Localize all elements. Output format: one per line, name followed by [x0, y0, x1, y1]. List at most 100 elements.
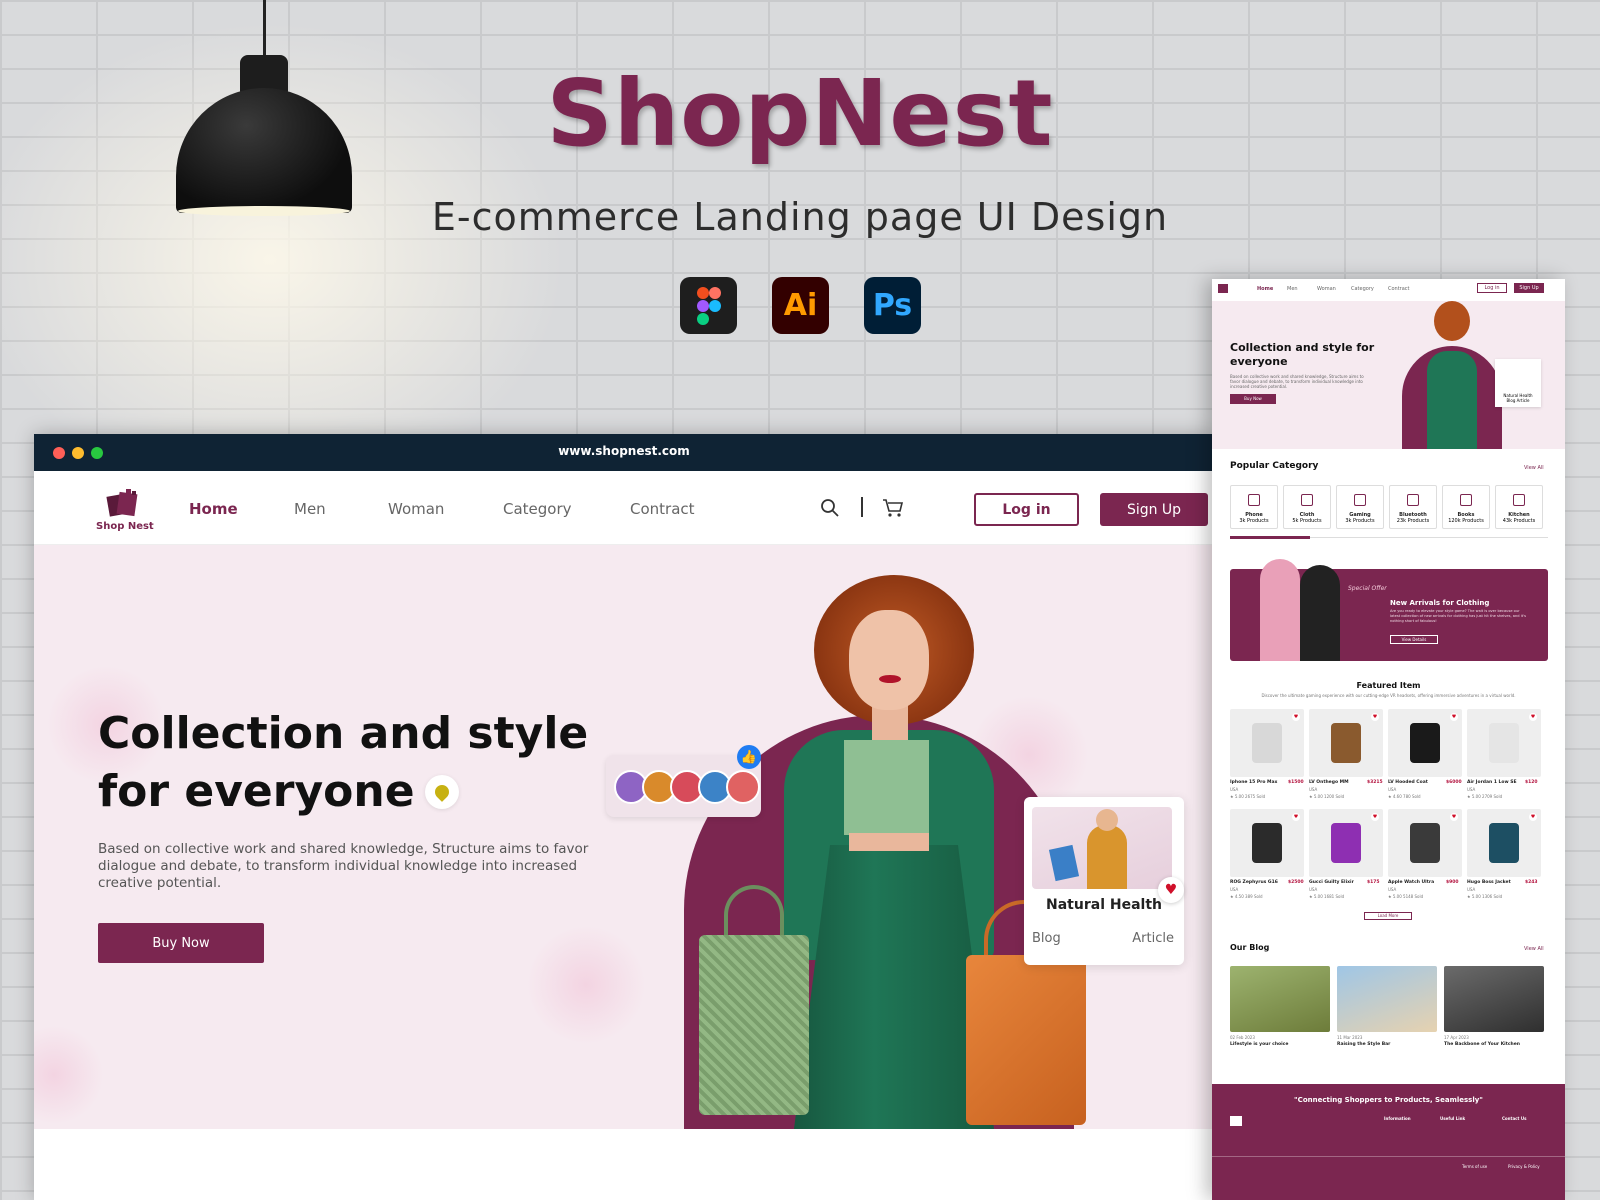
footer-terms[interactable]: Terms of use: [1462, 1164, 1487, 1169]
nav-contract[interactable]: Contract: [630, 500, 695, 518]
product-name[interactable]: LV Onthego MM: [1309, 780, 1349, 785]
wishlist-heart-icon[interactable]: ♥: [1371, 813, 1379, 821]
blog-image[interactable]: [1444, 966, 1544, 1032]
product-card[interactable]: ♥: [1309, 809, 1383, 877]
lamp-cord: [263, 0, 266, 58]
preview-nav-category[interactable]: Category: [1351, 286, 1374, 292]
product-name[interactable]: Gucci Guilty Elixir: [1309, 880, 1354, 885]
login-button[interactable]: Log in: [974, 493, 1079, 526]
category-books[interactable]: Books 120k Products: [1442, 485, 1490, 529]
footer-privacy[interactable]: Privacy & Policy: [1508, 1164, 1540, 1169]
product-country: USA: [1309, 887, 1318, 892]
browser-window: www.shopnest.com Shop Nest Home Men Woma…: [34, 434, 1214, 1200]
subtitle: E-commerce Landing page UI Design: [431, 195, 1169, 239]
blog-title[interactable]: Raising the Style Bar: [1337, 1042, 1390, 1047]
product-price: $1500: [1288, 780, 1304, 785]
preview-health-card[interactable]: Natural Health Blog Article: [1495, 359, 1541, 407]
blog-image[interactable]: [1230, 966, 1330, 1032]
blog-title[interactable]: The Backbone of Your Kitchen: [1444, 1042, 1520, 1047]
footer-col-info: Information: [1384, 1116, 1411, 1121]
nav-home[interactable]: Home: [189, 500, 238, 518]
blog-date: 17 Apr 2023: [1444, 1035, 1469, 1040]
favorite-heart-icon[interactable]: ♥: [1158, 877, 1184, 903]
photoshop-icon: Ps: [864, 277, 921, 334]
green-bag: [699, 935, 809, 1115]
wishlist-heart-icon[interactable]: ♥: [1450, 813, 1458, 821]
product-card[interactable]: ♥: [1309, 709, 1383, 777]
full-page-preview: Home Men Woman Category Contract Log in …: [1212, 279, 1565, 1200]
wishlist-heart-icon[interactable]: ♥: [1450, 713, 1458, 721]
product-image: [1410, 823, 1440, 863]
product-name[interactable]: LV Hooded Coat: [1388, 780, 1428, 785]
product-name[interactable]: Iphone 15 Pro Max: [1230, 780, 1277, 785]
product-country: USA: [1467, 787, 1476, 792]
decor-circle: [526, 925, 646, 1045]
wishlist-heart-icon[interactable]: ♥: [1371, 713, 1379, 721]
product-name[interactable]: Air Jordan 1 Low SE: [1467, 780, 1517, 785]
category-bluetooth[interactable]: Bluetooth 23k Products: [1389, 485, 1437, 529]
category-view-all[interactable]: View All: [1524, 465, 1544, 471]
preview-card-blog[interactable]: Blog: [1507, 398, 1516, 403]
category-gaming[interactable]: Gaming 3k Products: [1336, 485, 1384, 529]
wishlist-heart-icon[interactable]: ♥: [1292, 813, 1300, 821]
preview-nav-men[interactable]: Men: [1287, 286, 1298, 292]
product-card[interactable]: ♥: [1230, 809, 1304, 877]
address-bar[interactable]: www.shopnest.com: [34, 444, 1214, 458]
blog-title[interactable]: Lifestyle is your choice: [1230, 1042, 1288, 1047]
preview-hero-desc: Based on collective work and shared know…: [1230, 374, 1364, 389]
preview-nav-woman[interactable]: Woman: [1317, 286, 1336, 292]
offer-tag: Special Offer: [1348, 585, 1387, 592]
product-card[interactable]: ♥: [1230, 709, 1304, 777]
nav-woman[interactable]: Woman: [388, 500, 444, 518]
load-more-button[interactable]: Load More: [1364, 912, 1412, 920]
card-article-link[interactable]: Article: [1132, 931, 1174, 946]
shopnest-logo-icon[interactable]: [106, 489, 140, 517]
blog-view-all[interactable]: View All: [1524, 946, 1544, 952]
nav-men[interactable]: Men: [294, 500, 326, 518]
category-kitchen[interactable]: Kitchen 43k Products: [1495, 485, 1543, 529]
browser-titlebar: www.shopnest.com: [34, 434, 1214, 471]
thumbs-up-icon: 👍: [737, 745, 761, 769]
preview-buy-button[interactable]: Buy Now: [1230, 394, 1276, 404]
footer-col-contact: Contact Us: [1502, 1116, 1527, 1121]
preview-card-article[interactable]: Article: [1517, 398, 1530, 403]
product-name[interactable]: Apple Watch Ultra: [1388, 880, 1434, 885]
preview-footer: "Connecting Shoppers to Products, Seamle…: [1212, 1084, 1565, 1200]
buy-now-button[interactable]: Buy Now: [98, 923, 264, 963]
product-card[interactable]: ♥: [1388, 809, 1462, 877]
product-country: USA: [1309, 787, 1318, 792]
category-phone[interactable]: Phone 3k Products: [1230, 485, 1278, 529]
blog-image[interactable]: [1337, 966, 1437, 1032]
signup-button[interactable]: Sign Up: [1100, 493, 1208, 526]
avatar-group: [606, 755, 761, 817]
wishlist-heart-icon[interactable]: ♥: [1529, 813, 1537, 821]
preview-login-button[interactable]: Log in: [1477, 283, 1507, 293]
wishlist-heart-icon[interactable]: ♥: [1529, 713, 1537, 721]
card-blog-link[interactable]: Blog: [1032, 931, 1061, 946]
product-country: USA: [1230, 887, 1239, 892]
preview-nav-home[interactable]: Home: [1257, 286, 1273, 292]
product-rating: ★ 5.00 1200 Sold: [1309, 794, 1345, 799]
card-title: Natural Health: [1046, 897, 1162, 913]
product-card[interactable]: ♥: [1388, 709, 1462, 777]
product-card[interactable]: ♥: [1467, 709, 1541, 777]
wishlist-heart-icon[interactable]: ♥: [1292, 713, 1300, 721]
preview-nav-contract[interactable]: Contract: [1388, 286, 1410, 292]
search-icon[interactable]: [820, 498, 840, 518]
cart-icon[interactable]: [882, 498, 904, 518]
product-card[interactable]: ♥: [1467, 809, 1541, 877]
offer-model: [1260, 559, 1300, 661]
preview-signup-button[interactable]: Sign Up: [1514, 283, 1544, 293]
product-name[interactable]: Hugo Boss Jacket: [1467, 880, 1511, 885]
nav-divider: [861, 497, 863, 517]
product-rating: ★ 5.00 1681 Sold: [1309, 894, 1345, 899]
avatar: [726, 770, 760, 804]
preview-hero: Collection and style for everyone Based …: [1212, 301, 1565, 449]
product-price: $900: [1446, 880, 1459, 885]
category-slider-thumb[interactable]: [1230, 536, 1310, 539]
nav-category[interactable]: Category: [503, 500, 572, 518]
view-details-button[interactable]: View Details: [1390, 635, 1438, 644]
orange-bag: [966, 955, 1086, 1125]
category-cloth[interactable]: Cloth 5k Products: [1283, 485, 1331, 529]
product-name[interactable]: ROG Zephyrus G16: [1230, 880, 1278, 885]
